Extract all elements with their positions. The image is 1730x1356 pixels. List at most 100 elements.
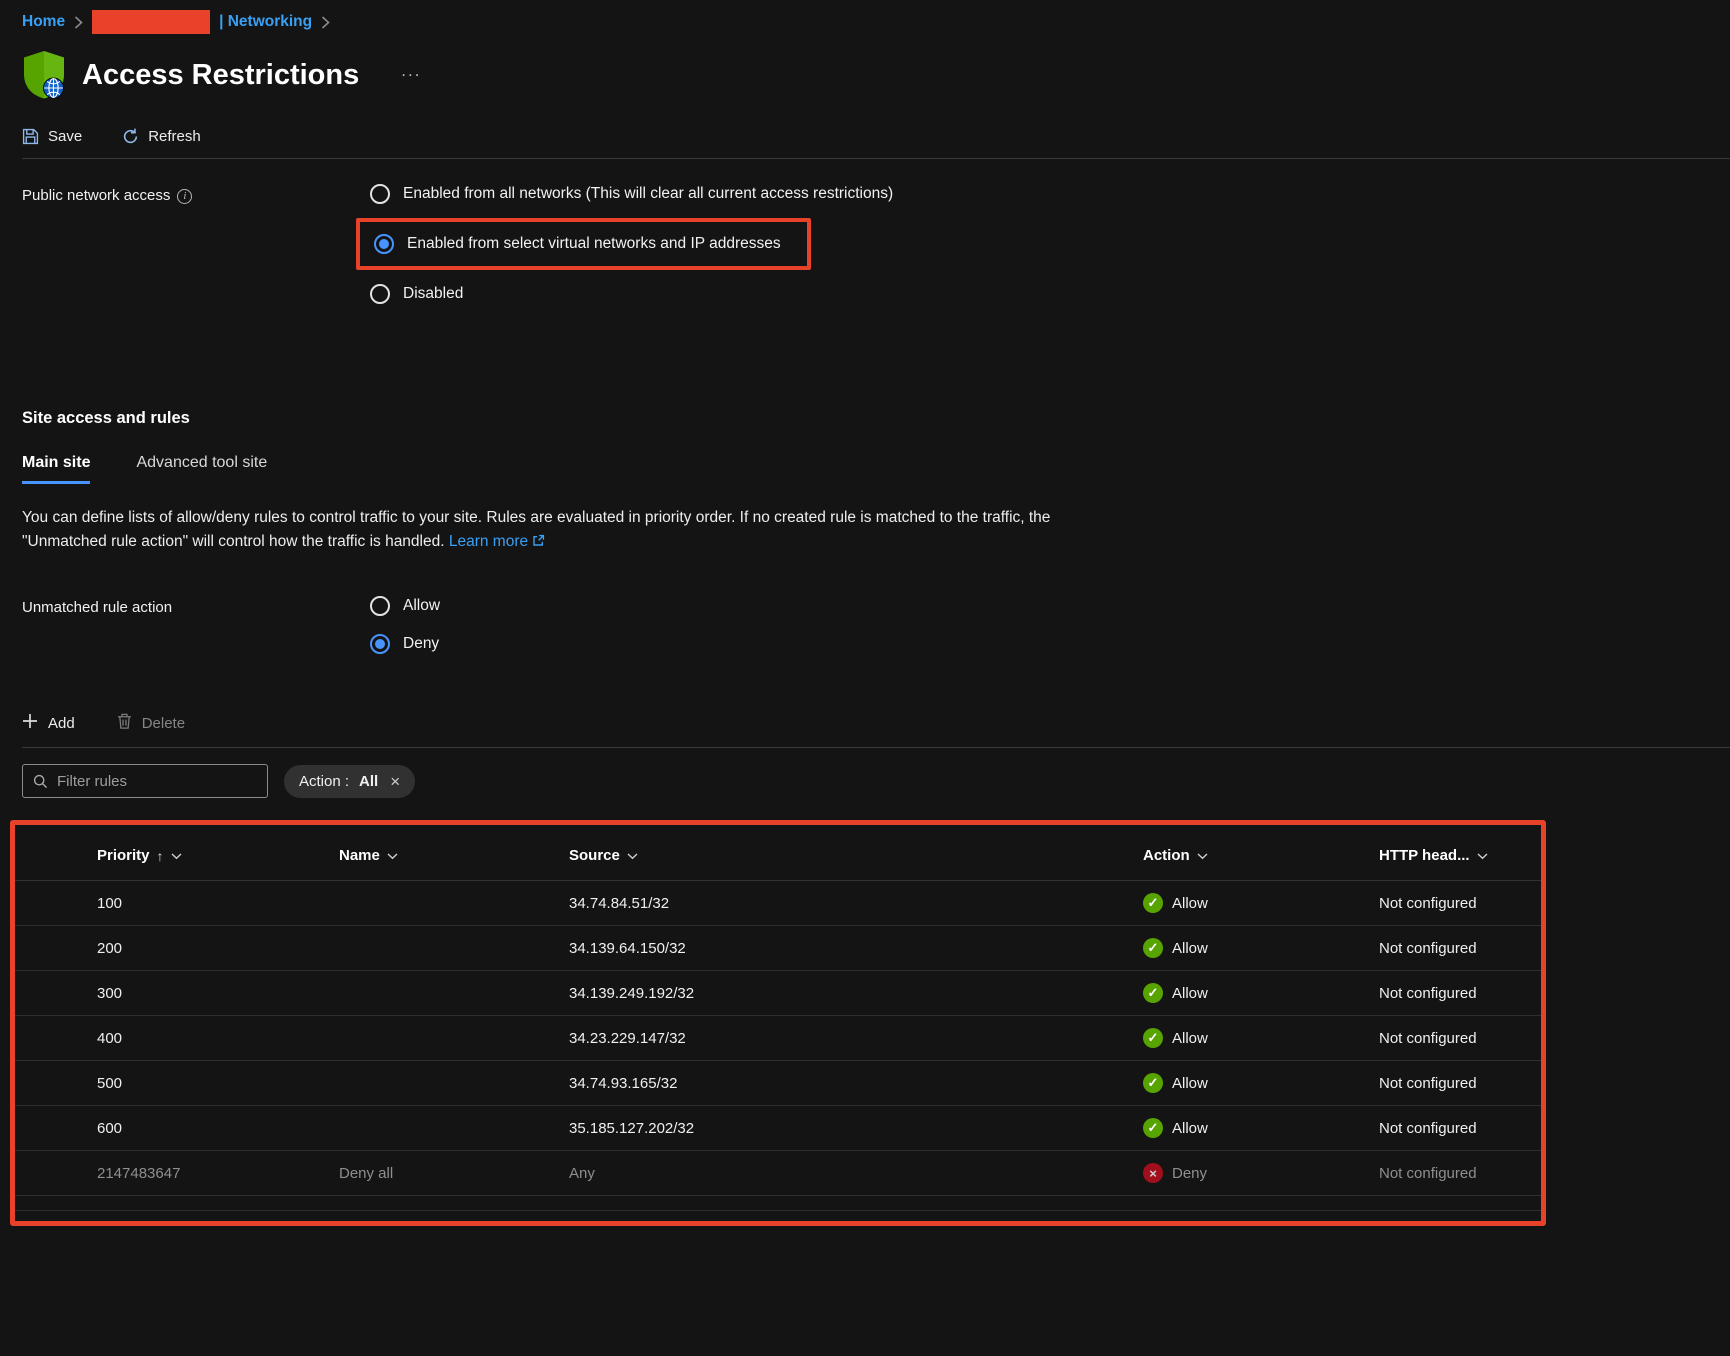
cell-name: Deny all	[339, 1165, 569, 1182]
cell-priority: 2147483647	[97, 1165, 339, 1182]
breadcrumb-redacted-resource	[92, 10, 210, 34]
allow-status-icon: ✓	[1143, 1118, 1163, 1138]
table-header-row: Priority ↑ Name Source Action HTTP	[15, 831, 1541, 881]
cell-priority: 300	[97, 985, 339, 1002]
filter-rules-input[interactable]	[57, 773, 257, 790]
add-label: Add	[48, 715, 75, 732]
info-icon[interactable]: i	[177, 189, 192, 204]
chevron-down-icon	[1477, 853, 1488, 860]
radio-deny[interactable]: Deny	[370, 625, 440, 663]
cell-http-header: Not configured	[1379, 940, 1541, 957]
chevron-down-icon	[171, 853, 182, 860]
unmatched-rule-action-options: Allow Deny	[370, 587, 440, 663]
action-label: Allow	[1172, 985, 1208, 1002]
rules-description: You can define lists of allow/deny rules…	[22, 506, 1097, 553]
allow-status-icon: ✓	[1143, 1028, 1163, 1048]
cell-source: 34.139.249.192/32	[569, 985, 1143, 1002]
tab-main-site[interactable]: Main site	[22, 454, 90, 484]
close-icon[interactable]: ×	[390, 773, 400, 790]
column-header-source[interactable]: Source	[569, 847, 1143, 864]
page-header: Access Restrictions ...	[22, 48, 1730, 102]
radio-button-icon	[374, 234, 394, 254]
chevron-right-icon	[321, 16, 330, 29]
external-link-icon	[532, 534, 545, 547]
radio-enabled-all-networks[interactable]: Enabled from all networks (This will cle…	[370, 175, 893, 213]
radio-button-icon	[370, 634, 390, 654]
refresh-label: Refresh	[148, 128, 201, 145]
column-header-action[interactable]: Action	[1143, 847, 1379, 864]
column-header-priority[interactable]: Priority ↑	[97, 847, 339, 864]
cell-action: ✓ Allow	[1143, 1028, 1379, 1048]
site-tabs: Main site Advanced tool site	[22, 454, 1730, 484]
access-restrictions-shield-icon	[22, 50, 66, 100]
table-row[interactable]: 400 34.23.229.147/32 ✓ Allow Not configu…	[15, 1016, 1541, 1061]
table-row[interactable]: 2147483647 Deny all Any × Deny Not confi…	[15, 1151, 1541, 1196]
column-header-http-header[interactable]: HTTP head...	[1379, 847, 1541, 864]
radio-enabled-select-networks[interactable]: Enabled from select virtual networks and…	[374, 225, 781, 263]
cell-source: Any	[569, 1165, 1143, 1182]
unmatched-rule-action-section: Unmatched rule action Allow Deny	[22, 587, 1730, 663]
cell-action: ✓ Allow	[1143, 1073, 1379, 1093]
column-label: Name	[339, 847, 380, 864]
radio-allow[interactable]: Allow	[370, 587, 440, 625]
table-body: 100 34.74.84.51/32 ✓ Allow Not configure…	[15, 881, 1541, 1196]
action-filter-pill[interactable]: Action : All ×	[284, 765, 415, 798]
public-network-access-options: Enabled from all networks (This will cle…	[370, 175, 893, 313]
cell-action: × Deny	[1143, 1163, 1379, 1183]
page-title: Access Restrictions	[82, 59, 359, 92]
public-network-access-label: Public network access i	[22, 175, 370, 313]
delete-rule-button[interactable]: Delete	[117, 713, 185, 733]
save-label: Save	[48, 128, 82, 145]
column-label: Priority	[97, 847, 150, 864]
deny-status-icon: ×	[1143, 1163, 1163, 1183]
add-rule-button[interactable]: Add	[22, 713, 75, 733]
more-options-icon[interactable]: ...	[401, 61, 421, 81]
pill-label: Action :	[299, 773, 349, 790]
field-label-text: Public network access	[22, 187, 170, 204]
radio-label: Allow	[403, 597, 440, 615]
save-button[interactable]: Save	[22, 128, 82, 145]
rules-command-bar: Add Delete	[22, 713, 1730, 748]
radio-label: Disabled	[403, 285, 463, 303]
cell-priority: 600	[97, 1120, 339, 1137]
filter-rules-searchbox[interactable]	[22, 764, 268, 798]
tab-advanced-tool-site[interactable]: Advanced tool site	[136, 454, 267, 484]
radio-disabled[interactable]: Disabled	[370, 275, 893, 313]
unmatched-rule-action-label: Unmatched rule action	[22, 587, 370, 663]
action-label: Deny	[1172, 1165, 1207, 1182]
pill-value: All	[359, 773, 378, 790]
breadcrumb-home[interactable]: Home	[22, 13, 65, 31]
table-row[interactable]: 500 34.74.93.165/32 ✓ Allow Not configur…	[15, 1061, 1541, 1106]
column-label: HTTP head...	[1379, 847, 1470, 864]
breadcrumb-networking[interactable]: | Networking	[219, 13, 312, 31]
cell-http-header: Not configured	[1379, 1030, 1541, 1047]
chevron-down-icon	[627, 853, 638, 860]
radio-button-icon	[370, 184, 390, 204]
cell-action: ✓ Allow	[1143, 1118, 1379, 1138]
cell-http-header: Not configured	[1379, 895, 1541, 912]
column-header-name[interactable]: Name	[339, 847, 569, 864]
action-label: Allow	[1172, 1030, 1208, 1047]
annotation-highlight-selected-option: Enabled from select virtual networks and…	[356, 218, 811, 270]
table-row[interactable]: 200 34.139.64.150/32 ✓ Allow Not configu…	[15, 926, 1541, 971]
command-bar: Save Refresh	[22, 128, 1730, 159]
action-label: Allow	[1172, 895, 1208, 912]
table-row[interactable]: 300 34.139.249.192/32 ✓ Allow Not config…	[15, 971, 1541, 1016]
allow-status-icon: ✓	[1143, 1073, 1163, 1093]
sort-ascending-icon: ↑	[157, 848, 164, 864]
cell-source: 34.74.84.51/32	[569, 895, 1143, 912]
refresh-button[interactable]: Refresh	[122, 128, 201, 145]
radio-button-icon	[370, 596, 390, 616]
column-label: Action	[1143, 847, 1190, 864]
field-label-text: Unmatched rule action	[22, 599, 172, 616]
table-row[interactable]: 100 34.74.84.51/32 ✓ Allow Not configure…	[15, 881, 1541, 926]
filter-row: Action : All ×	[22, 764, 1730, 798]
allow-status-icon: ✓	[1143, 983, 1163, 1003]
learn-more-link[interactable]: Learn more	[449, 533, 528, 550]
radio-label: Enabled from select virtual networks and…	[407, 235, 781, 253]
cell-http-header: Not configured	[1379, 1120, 1541, 1137]
search-icon	[33, 774, 48, 789]
cell-priority: 500	[97, 1075, 339, 1092]
table-row[interactable]: 600 35.185.127.202/32 ✓ Allow Not config…	[15, 1106, 1541, 1151]
access-restrictions-page: Home | Networking Access Restrictions ..…	[0, 0, 1730, 1356]
